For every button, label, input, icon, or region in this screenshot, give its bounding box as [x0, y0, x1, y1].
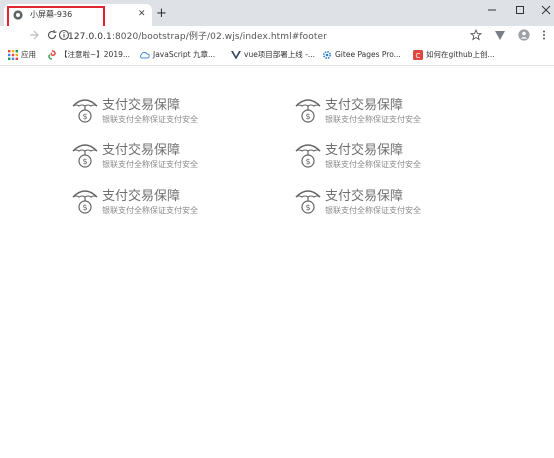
- tab-close-icon[interactable]: ✕: [138, 9, 146, 19]
- star-icon[interactable]: [470, 29, 482, 41]
- address-toolbar: 127.0.0.1:8020/bootstrap/例子/02.wjs/index…: [0, 26, 554, 44]
- profile-avatar-icon[interactable]: [518, 29, 530, 41]
- maximize-icon[interactable]: [510, 3, 530, 17]
- gear-icon: [322, 50, 332, 60]
- swirl-icon: [48, 50, 56, 60]
- url-field[interactable]: 127.0.0.1:8020/bootstrap/例子/02.wjs/index…: [68, 29, 327, 42]
- new-tab-button[interactable]: +: [156, 7, 167, 20]
- vue-icon: [231, 51, 241, 60]
- feature-item: $ 支付交易保障 银联支付全称保证支付安全: [72, 94, 262, 134]
- umbrella-coin-icon: $: [295, 99, 321, 123]
- extension-v-icon[interactable]: [494, 29, 506, 41]
- forward-arrow-icon[interactable]: [28, 29, 40, 41]
- svg-text:$: $: [82, 203, 87, 212]
- feature-item: $ 支付交易保障 银联支付全称保证支付安全: [72, 185, 262, 225]
- feature-title: 支付交易保障: [325, 98, 404, 113]
- url-path: :8020/bootstrap/例子/02.wjs/index.html#foo…: [111, 32, 327, 42]
- feature-item: $ 支付交易保障 银联支付全称保证支付安全: [295, 185, 485, 225]
- svg-text:C: C: [416, 52, 421, 60]
- window-close-icon[interactable]: [536, 3, 554, 17]
- reload-icon[interactable]: [46, 29, 58, 41]
- bookmark-item[interactable]: C 如何在github上创...: [413, 49, 495, 61]
- bookmark-label: vue项目部署上线 -...: [244, 50, 316, 59]
- feature-title: 支付交易保障: [102, 98, 181, 113]
- svg-text:$: $: [82, 112, 87, 121]
- feature-item: $ 支付交易保障 银联支付全称保证支付安全: [72, 139, 262, 179]
- umbrella-coin-icon: $: [72, 99, 98, 123]
- feature-subtitle: 银联支付全称保证支付安全: [325, 115, 421, 124]
- csdn-icon: C: [413, 50, 423, 60]
- bookmark-label: 应用: [21, 50, 36, 59]
- bookmark-label: Gitee Pages Pro...: [335, 50, 401, 59]
- feature-item: $ 支付交易保障 银联支付全称保证支付安全: [295, 94, 485, 134]
- minimize-icon[interactable]: [482, 3, 502, 17]
- bookmark-item[interactable]: 【注意啦~】2019...: [47, 49, 130, 61]
- bookmark-item[interactable]: JavaScript 九章...: [139, 49, 215, 61]
- svg-text:$: $: [305, 112, 310, 121]
- svg-text:$: $: [305, 203, 310, 212]
- feature-title: 支付交易保障: [325, 189, 404, 204]
- bookmark-apps[interactable]: 应用: [8, 49, 36, 61]
- svg-text:$: $: [305, 157, 310, 166]
- bookmark-item[interactable]: vue项目部署上线 -...: [231, 49, 315, 61]
- menu-kebab-icon[interactable]: [538, 29, 550, 41]
- umbrella-coin-icon: $: [295, 144, 321, 168]
- feature-subtitle: 银联支付全称保证支付安全: [102, 115, 198, 124]
- bookmark-label: 【注意啦~】2019...: [60, 50, 131, 59]
- bookmarks-bar: 应用 【注意啦~】2019... JavaScript 九章... vue项目部…: [0, 45, 554, 66]
- cloud-icon: [139, 51, 150, 59]
- bookmark-label: 如何在github上创...: [426, 50, 495, 59]
- umbrella-coin-icon: $: [72, 144, 98, 168]
- feature-subtitle: 银联支付全称保证支付安全: [325, 206, 421, 215]
- svg-text:$: $: [82, 157, 87, 166]
- feature-title: 支付交易保障: [102, 189, 181, 204]
- url-host: 127.0.0.1: [68, 32, 112, 42]
- feature-subtitle: 银联支付全称保证支付安全: [325, 160, 421, 169]
- bookmark-label: JavaScript 九章...: [153, 50, 216, 59]
- feature-subtitle: 银联支付全称保证支付安全: [102, 206, 198, 215]
- bookmark-item[interactable]: Gitee Pages Pro...: [322, 49, 401, 61]
- feature-subtitle: 银联支付全称保证支付安全: [102, 160, 198, 169]
- feature-title: 支付交易保障: [102, 143, 181, 158]
- umbrella-coin-icon: $: [295, 190, 321, 214]
- feature-item: $ 支付交易保障 银联支付全称保证支付安全: [295, 139, 485, 179]
- umbrella-coin-icon: $: [72, 190, 98, 214]
- feature-title: 支付交易保障: [325, 143, 404, 158]
- apps-icon: [8, 50, 18, 60]
